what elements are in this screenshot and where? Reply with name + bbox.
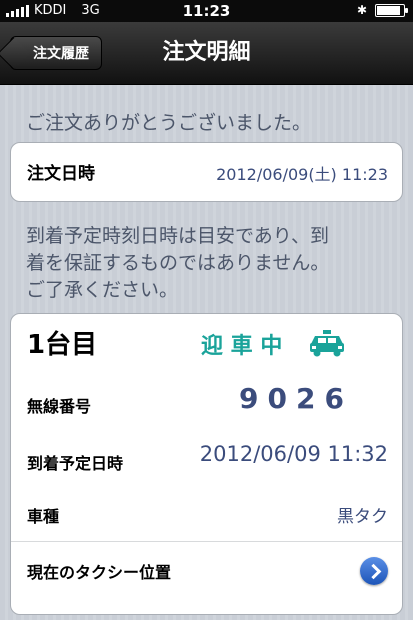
vehicle-card: 1台目 迎 車 中 無線番号 9026 到着予定日時 2012/06/09 11… [10,313,403,615]
battery-icon [375,3,408,17]
notice-line: 到着予定時刻日時は目安であり、到 [26,225,330,247]
navigation-bar: 注文履歴 注文明細 [0,22,413,85]
radio-number-value: 9026 [239,382,353,415]
notice-line: ご了承ください。 [26,279,179,301]
order-datetime-value: 2012/06/09(土) 11:23 [216,165,388,184]
taxi-icon [310,330,344,357]
order-datetime-card: 注文日時 2012/06/09(土) 11:23 [10,142,403,202]
eta-label: 到着予定日時 [27,454,124,473]
eta-value: 2012/06/09 11:32 [199,442,388,466]
page-title: 注文明細 [162,40,251,65]
vehicle-title: 1台目 [27,330,98,360]
radio-number-label: 無線番号 [27,397,92,416]
status-time: 11:23 [182,2,231,20]
bluetooth-icon: ✱ [356,3,367,17]
car-type-value: 黒タク [337,507,388,527]
car-type-label: 車種 [27,507,60,526]
thanks-message: ご注文ありがとうございました。 [26,112,312,134]
content-area: ご注文ありがとうございました。 注文日時 2012/06/09(土) 11:23… [0,85,413,620]
status-bar: KDDI 3G 11:23 ✱ [0,0,413,22]
notice-message: 到着予定時刻日時は目安であり、到 着を保証するものではありません。 ご了承くださ… [26,223,329,304]
order-datetime-label: 注文日時 [27,164,95,184]
vehicle-status: 迎 車 中 [201,334,283,359]
disclosure-chevron-icon[interactable] [360,557,388,585]
taxi-location-row[interactable]: 現在のタクシー位置 [11,542,402,614]
taxi-location-label: 現在のタクシー位置 [27,563,172,582]
notice-line: 着を保証するものではありません。 [26,252,330,274]
